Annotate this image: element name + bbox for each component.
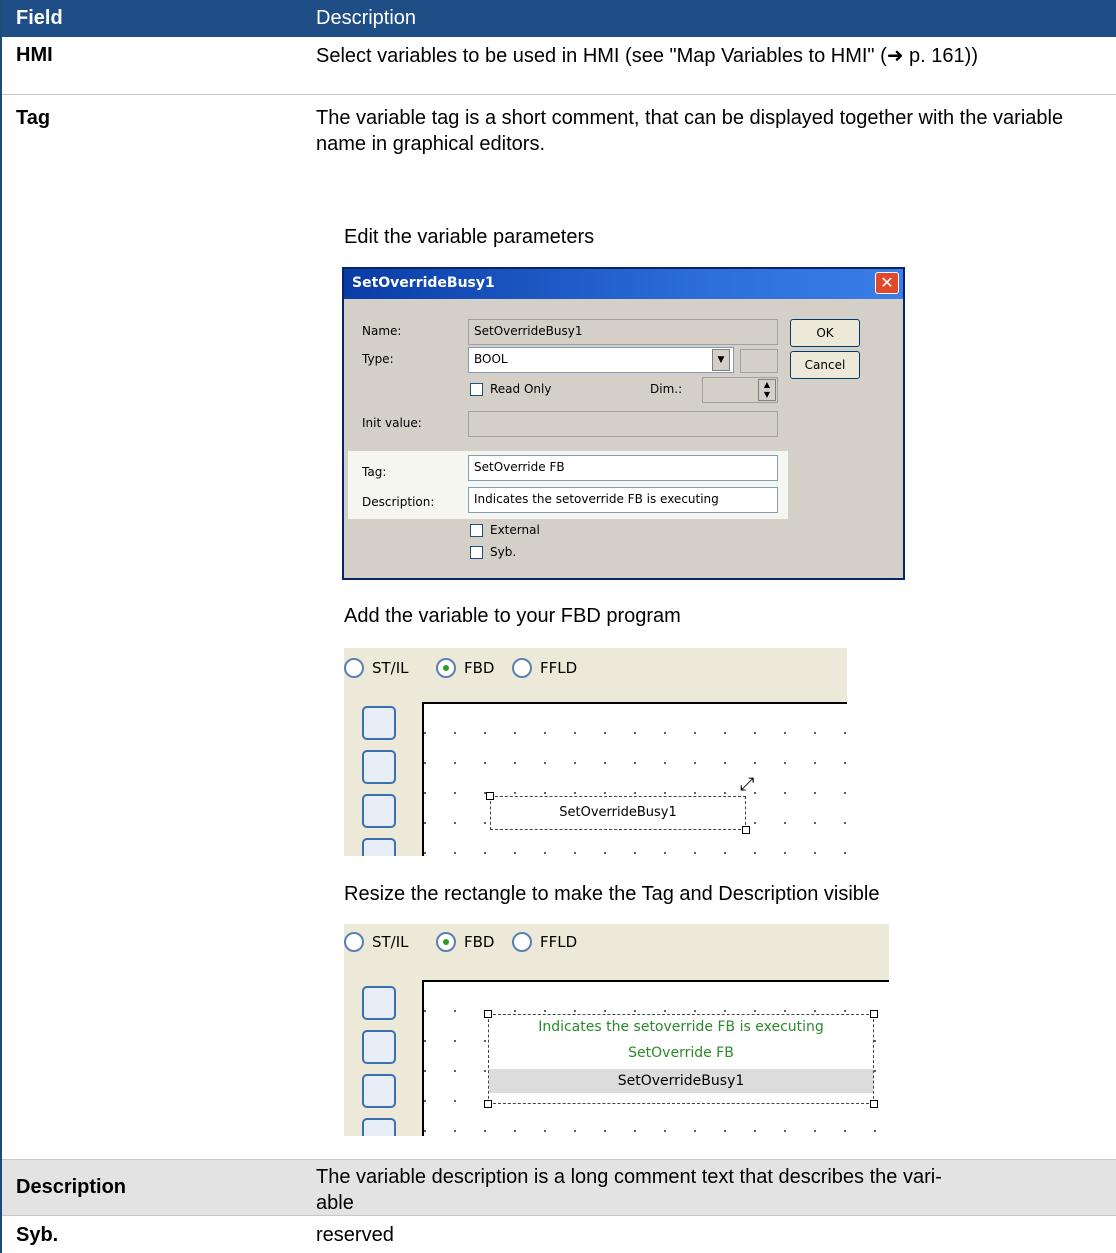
table-header: Field Description [2,0,1116,37]
init-value-field[interactable] [468,411,778,437]
syb-checkbox[interactable] [470,546,483,559]
external-label: External [490,523,540,537]
description-field[interactable]: Indicates the setoverride FB is executin… [468,487,778,513]
block-tool-icon[interactable] [362,1030,396,1064]
variable-box[interactable]: SetOverrideBusy1 [490,796,746,830]
tag-label: Tag: [362,465,387,479]
type-extra-field[interactable] [740,349,778,373]
resize-handle[interactable] [742,826,750,834]
desc-description: The variable description is a long comme… [316,1164,1106,1216]
radio-stil[interactable] [344,658,364,678]
desc-description-line1: The variable description is a long comme… [316,1166,942,1188]
radio-stil-label: ST/IL [372,659,409,677]
table-row-syb: Syb. reserved [2,1216,1116,1253]
type-label: Type: [362,352,394,366]
fbd-canvas-1[interactable] [422,702,847,856]
step-add: Add the variable to your FBD program [344,605,681,627]
tool-icon[interactable] [362,1118,396,1136]
select-tool-icon[interactable] [362,986,396,1020]
step-edit: Edit the variable parameters [344,226,595,248]
radio-fbd-label: FBD [464,659,495,677]
close-icon[interactable]: ✕ [875,272,899,294]
radio-fbd-label: FBD [464,933,495,951]
radio-ffld-label: FFLD [540,659,578,677]
read-only-label: Read Only [490,382,552,396]
field-table: Field Description HMI Select variables t… [0,0,1116,1253]
radio-ffld[interactable] [512,658,532,678]
resize-arrow-icon: ⤢ [740,774,755,795]
syb-label: Syb. [490,545,517,559]
resize-handle[interactable] [486,792,494,800]
step-resize: Resize the rectangle to make the Tag and… [344,883,880,905]
name-field[interactable]: SetOverrideBusy1 [468,319,778,345]
variable-tool-icon[interactable] [362,1074,396,1108]
variable-tag-text: SetOverride FB [628,1045,734,1061]
dialog-title-text: SetOverrideBusy1 [352,275,495,291]
radio-ffld-label: FFLD [540,933,578,951]
external-checkbox[interactable] [470,524,483,537]
radio-fbd[interactable] [436,932,456,952]
variable-dialog: SetOverrideBusy1 ✕ Name: SetOverrideBusy… [342,267,905,580]
fbd-editor-1: ST/IL FBD FFLD SetOverrideBusy1 ⤢ [344,648,847,856]
chevron-down-icon[interactable]: ▼ [712,349,730,371]
resize-handle[interactable] [484,1100,492,1108]
name-label: Name: [362,324,402,338]
cancel-button[interactable]: Cancel [790,351,860,379]
radio-ffld[interactable] [512,932,532,952]
variable-description-text: Indicates the setoverride FB is executin… [538,1019,824,1035]
desc-tag: The variable tag is a short comment, tha… [316,107,1064,155]
radio-stil-label: ST/IL [372,933,409,951]
resize-handle[interactable] [870,1100,878,1108]
tool-icon[interactable] [362,838,396,856]
desc-description-line2: able [316,1192,354,1214]
variable-tool-icon[interactable] [362,794,396,828]
dialog-title: SetOverrideBusy1 ✕ [344,269,903,299]
init-value-label: Init value: [362,416,422,430]
resize-handle[interactable] [484,1010,492,1018]
variable-name-text: SetOverrideBusy1 [489,1069,873,1093]
read-only-checkbox[interactable] [470,383,483,396]
header-field: Field [16,7,63,29]
desc-syb: reserved [316,1224,394,1246]
desc-hmi: Select variables to be used in HMI (see … [316,45,978,67]
table-row-hmi: HMI Select variables to be used in HMI (… [2,37,1116,95]
table-row-description: Description The variable description is … [2,1160,1116,1216]
select-tool-icon[interactable] [362,706,396,740]
radio-stil[interactable] [344,932,364,952]
dim-label: Dim.: [650,382,683,396]
field-description: Description [16,1176,127,1198]
variable-box-name: SetOverrideBusy1 [559,805,677,820]
ok-button[interactable]: OK [790,319,860,347]
header-description: Description [316,7,417,29]
tag-field[interactable]: SetOverride FB [468,455,778,481]
radio-fbd[interactable] [436,658,456,678]
field-tag: Tag [16,107,51,129]
type-select[interactable]: BOOL [468,347,734,373]
block-tool-icon[interactable] [362,750,396,784]
field-hmi: HMI [16,44,53,66]
fbd-editor-2: ST/IL FBD FFLD Indicates the setoverride… [344,924,889,1136]
field-syb: Syb. [16,1224,59,1246]
variable-box-resized[interactable]: Indicates the setoverride FB is executin… [488,1014,874,1104]
description-label: Description: [362,495,435,509]
resize-handle[interactable] [870,1010,878,1018]
spinner-icon[interactable]: ▲ ▼ [758,379,776,401]
